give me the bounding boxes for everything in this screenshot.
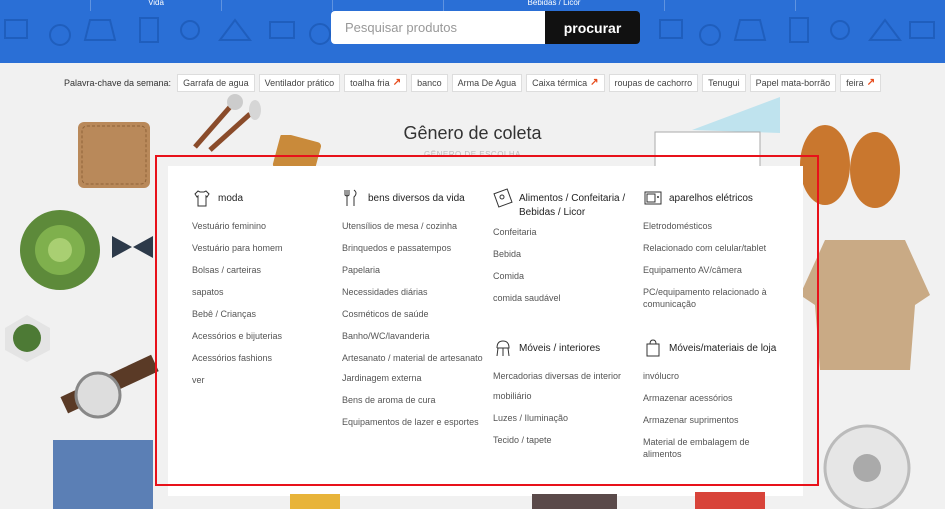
keyword-chip[interactable]: roupas de cachorro	[608, 74, 699, 92]
nav-item-middle[interactable]	[333, 0, 444, 11]
keyword-text: Arma De Agua	[457, 78, 517, 88]
keyword-chip[interactable]: Garrafa de agua	[177, 74, 255, 92]
top-navigation: Vida Bebidas / Licor	[0, 0, 945, 11]
keyword-chip[interactable]: Arma De Agua	[451, 74, 523, 92]
keyword-chip[interactable]: Tenugui	[702, 74, 746, 92]
highlight-box	[155, 155, 819, 486]
keyword-text: toalha fria	[350, 78, 390, 88]
succulent-image	[20, 210, 100, 290]
keywords-label: Palavra-chave da semana:	[64, 78, 172, 88]
section-title: Gênero de coleta	[403, 123, 542, 143]
keyword-text: Garrafa de agua	[183, 78, 249, 88]
keyword-text: feira	[846, 78, 864, 88]
nav-spacer	[222, 0, 333, 11]
keyword-chip[interactable]: Ventilador prático	[258, 74, 341, 92]
keyword-list: Garrafa de agua Ventilador prático toalha …	[177, 74, 882, 92]
bowtie-image	[112, 236, 153, 258]
blouse-image	[800, 240, 930, 370]
weekly-keywords: Palavra-chave da semana: Garrafa de agua…	[64, 73, 882, 93]
site-header: Vida Bebidas / Licor procurar	[0, 0, 945, 63]
watch-image	[60, 354, 159, 419]
keyword-chip[interactable]: feira ↗	[840, 74, 882, 92]
fan-image	[823, 424, 911, 509]
palette-image	[532, 494, 617, 509]
small-plant-image	[5, 315, 50, 362]
keyword-text: Ventilador prático	[264, 78, 335, 88]
keyword-text: banco	[417, 78, 442, 88]
nav-spacer	[0, 0, 91, 11]
nav-item-life[interactable]: Vida	[91, 0, 222, 11]
search-button[interactable]: procurar	[545, 11, 640, 44]
search-input[interactable]	[331, 11, 545, 44]
keyword-text: Caixa térmica	[532, 78, 588, 88]
mug-image	[290, 494, 340, 509]
keyword-chip[interactable]: Caixa térmica ↗	[526, 74, 605, 92]
trending-arrow-icon: ↗	[590, 77, 599, 88]
trending-arrow-icon: ↗	[866, 77, 876, 88]
snack-box-image	[695, 492, 765, 509]
keyword-text: Tenugui	[708, 78, 740, 88]
keyword-chip[interactable]: toalha fria ↗	[344, 74, 408, 92]
keyword-chip[interactable]: Papel mata-borrão	[749, 74, 837, 92]
nav-item-drinks[interactable]: Bebidas / Licor	[444, 0, 665, 11]
keyword-text: Papel mata-borrão	[755, 78, 831, 88]
trending-arrow-icon: ↗	[392, 77, 402, 88]
nav-spacer	[665, 0, 796, 11]
keyword-text: roupas de cachorro	[614, 78, 693, 88]
keyword-chip[interactable]: banco	[411, 74, 448, 92]
jeans-image	[53, 440, 153, 509]
